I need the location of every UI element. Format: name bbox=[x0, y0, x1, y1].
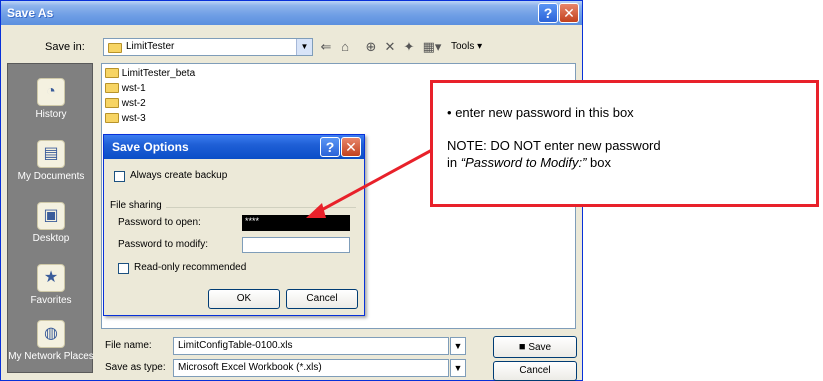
save-options-dialog: Save Options ? ✕ Always create backup Fi… bbox=[103, 134, 365, 316]
callout-line-2: NOTE: DO NOT enter new password bbox=[447, 138, 661, 153]
back-icon[interactable]: ⇐ bbox=[319, 39, 333, 55]
password-open-label: Password to open: bbox=[118, 217, 201, 228]
save-type-label: Save as type: bbox=[105, 362, 166, 373]
list-item[interactable]: wst-3 bbox=[105, 113, 146, 124]
help-button[interactable]: ? bbox=[320, 137, 340, 157]
password-open-input[interactable]: **** bbox=[242, 215, 350, 231]
save-options-title: Save Options bbox=[112, 140, 189, 154]
folder-icon bbox=[105, 83, 119, 94]
list-item[interactable]: wst-1 bbox=[105, 83, 146, 94]
views-icon[interactable]: ▦▾ bbox=[421, 39, 443, 55]
callout-line-3: in “Password to Modify:” box bbox=[447, 155, 612, 170]
my-documents-icon: ▤ bbox=[37, 140, 65, 168]
up-folder-icon[interactable]: ⌂ bbox=[338, 39, 352, 55]
chevron-down-icon[interactable]: ▼ bbox=[450, 359, 466, 377]
save-type-select[interactable]: Microsoft Excel Workbook (*.xls) bbox=[173, 359, 449, 377]
list-item[interactable]: wst-2 bbox=[105, 98, 146, 109]
save-in-value: LimitTester bbox=[126, 41, 175, 52]
place-favorites[interactable]: ★ Favorites bbox=[8, 264, 94, 306]
cancel-button[interactable]: Cancel bbox=[493, 361, 577, 381]
folder-icon bbox=[105, 113, 119, 124]
place-desktop[interactable]: ▣ Desktop bbox=[8, 202, 94, 244]
file-name-input[interactable]: LimitConfigTable-0100.xls bbox=[173, 337, 449, 355]
cancel-button[interactable]: Cancel bbox=[286, 289, 358, 309]
list-item[interactable]: LimitTester_beta bbox=[105, 68, 195, 79]
help-button[interactable]: ? bbox=[538, 3, 558, 23]
file-name-label: File name: bbox=[105, 340, 152, 351]
read-only-label: Read-only recommended bbox=[134, 262, 247, 273]
folder-icon bbox=[108, 43, 122, 54]
search-web-icon[interactable]: ⊕ bbox=[363, 39, 379, 55]
new-folder-icon[interactable]: ✦ bbox=[401, 39, 417, 55]
save-options-title-bar: Save Options ? ✕ bbox=[104, 135, 364, 159]
tools-menu[interactable]: Tools ▾ bbox=[451, 39, 511, 55]
close-button[interactable]: ✕ bbox=[559, 3, 579, 23]
save-in-label: Save in: bbox=[45, 41, 85, 53]
chevron-down-icon[interactable]: ▼ bbox=[296, 39, 312, 55]
save-button[interactable]: ■ Save bbox=[493, 336, 577, 358]
ok-button[interactable]: OK bbox=[208, 289, 280, 309]
annotation-callout: • enter new password in this box NOTE: D… bbox=[430, 80, 819, 207]
folder-icon bbox=[105, 98, 119, 109]
chevron-down-icon[interactable]: ▼ bbox=[450, 337, 466, 355]
places-bar: ◔ History ▤ My Documents ▣ Desktop ★ Fav… bbox=[7, 63, 94, 373]
close-button[interactable]: ✕ bbox=[341, 137, 361, 157]
place-history[interactable]: ◔ History bbox=[8, 78, 94, 120]
password-modify-label: Password to modify: bbox=[118, 239, 209, 250]
place-network[interactable]: ◍ My Network Places bbox=[8, 320, 94, 362]
file-sharing-label: File sharing bbox=[110, 200, 166, 211]
window-title: Save As bbox=[7, 6, 54, 20]
network-places-icon: ◍ bbox=[37, 320, 65, 348]
history-icon: ◔ bbox=[37, 78, 65, 106]
title-bar: Save As ? ✕ bbox=[1, 1, 582, 25]
always-backup-label: Always create backup bbox=[130, 170, 228, 181]
read-only-checkbox[interactable] bbox=[118, 263, 129, 274]
favorites-icon: ★ bbox=[37, 264, 65, 292]
floppy-disk-icon: ■ bbox=[518, 341, 526, 353]
delete-icon[interactable]: ✕ bbox=[383, 39, 397, 55]
bullet-icon: • bbox=[447, 105, 452, 120]
callout-line-1: • enter new password in this box bbox=[447, 105, 634, 120]
desktop-icon: ▣ bbox=[37, 202, 65, 230]
folder-icon bbox=[105, 68, 119, 79]
place-my-documents[interactable]: ▤ My Documents bbox=[8, 140, 94, 182]
save-in-dropdown[interactable]: LimitTester ▼ bbox=[103, 38, 313, 56]
always-backup-checkbox[interactable] bbox=[114, 171, 125, 182]
password-modify-input[interactable] bbox=[242, 237, 350, 253]
